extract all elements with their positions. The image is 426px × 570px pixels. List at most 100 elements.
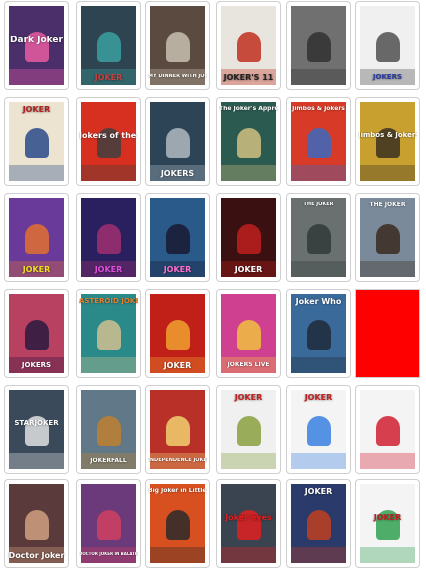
card-joker-red-figure[interactable]: JOKER [216,193,281,282]
card-title: JOKERS [160,170,195,178]
card-jokers-galaxy[interactable]: JOKERS [4,289,69,378]
card-figure [237,32,261,62]
card-figure [307,510,331,540]
card-jokers-live[interactable]: JOKERS LIVE [216,289,281,378]
card-figure [25,224,49,254]
card-jokers-of-corn[interactable]: Jokers of the Corn [76,97,141,186]
card-ground [221,165,276,181]
card-ground [150,547,205,563]
card-joker-shazam[interactable] [355,385,420,474]
card-joker-gloom[interactable]: JOKER [76,1,141,90]
card-doctor-joker-balatro[interactable]: DOCTOR JOKER IN BALATRO [76,479,141,568]
card-title: JOKER [94,74,123,82]
card-joker-smurf[interactable]: JOKER [286,385,351,474]
card-joker-mirror[interactable]: JOKER [4,97,69,186]
card-jimbos-jokers-gold[interactable]: Jimbos & Jokers [355,97,420,186]
card-figure [307,224,331,254]
card-grey-band[interactable] [286,1,351,90]
card-doctor-joker[interactable]: Doctor Joker [4,479,69,568]
card-ground [9,165,64,181]
card-ground [360,453,415,469]
card-figure [307,320,331,350]
card-ground [360,547,415,563]
card-title: Jimbos & Jokers [292,106,345,112]
card-figure [307,416,331,446]
card-artwork [360,198,415,277]
card-joker-eyes[interactable]: Joker eyes [216,479,281,568]
card-joker-jabba[interactable]: JOKER [216,385,281,474]
card-jokers-band[interactable]: JOKERS [355,1,420,90]
card-artwork [9,6,64,85]
card-joker-who[interactable]: Joker Who [286,289,351,378]
card-joker-town[interactable]: JOKER [4,193,69,282]
card-the-joker-noir[interactable]: THE JOKER [286,193,351,282]
card-figure [97,32,121,62]
card-dark-joker[interactable]: Dark Joker [4,1,69,90]
card-ground [221,547,276,563]
card-ground [81,357,136,373]
card-artwork [150,484,205,563]
card-artwork [360,484,415,563]
card-title: STARJOKER [14,420,59,427]
card-artwork [360,390,415,469]
card-ground [9,453,64,469]
card-ground [360,261,415,277]
card-joker-clown[interactable]: JOKER [355,479,420,568]
card-title: JOKER [234,266,263,274]
card-jokers-apprentice[interactable]: The Joker's Apprentice [216,97,281,186]
card-title: DOCTOR JOKER IN BALATRO [79,552,138,556]
card-jokerfall[interactable]: JOKERFALL [76,385,141,474]
card-title: Joker eyes [225,514,272,522]
card-joker-vortex[interactable]: JOKER [145,289,210,378]
card-artwork [221,484,276,563]
card-title: JOKER [22,266,51,274]
card-joker-drive[interactable]: JOKER [145,193,210,282]
card-figure [166,416,190,446]
card-title: JOKER [94,266,123,274]
card-figure [97,224,121,254]
card-artwork [291,6,346,85]
card-big-joker-little-china[interactable]: Big Joker in Little China [145,479,210,568]
card-title: THE JOKER [303,202,334,207]
card-title: The Joker's Apprentice [219,106,278,112]
card-figure [237,320,261,350]
card-figure [237,128,261,158]
card-title: JOKER [373,514,402,522]
card-title: JOKER [22,106,51,114]
card-figure [25,128,49,158]
card-independence-joker[interactable]: INDEPENDENCE JOKER [145,385,210,474]
card-figure [97,510,121,540]
card-title: Dark Joker [10,36,63,45]
card-the-joker-family[interactable]: THE JOKER [355,193,420,282]
card-joker-neon-purple[interactable]: JOKER [76,193,141,282]
card-figure [166,510,190,540]
card-artwork [9,390,64,469]
card-my-dinner[interactable]: MY DINNER WITH JOKER [145,1,210,90]
card-artwork [291,102,346,181]
card-jokers-jaws[interactable]: JOKERS [145,97,210,186]
card-asteroid-joker[interactable]: ASTEROID JOKER [76,289,141,378]
card-ground [291,453,346,469]
card-ground [81,165,136,181]
card-ground [360,165,415,181]
card-placeholder-red[interactable] [355,289,420,378]
card-title: Jimbos & Jokers [358,132,417,139]
card-starjoker[interactable]: STARJOKER [4,385,69,474]
card-joker-night[interactable]: JOKER [286,479,351,568]
card-figure [307,32,331,62]
card-title: JOKERS [372,74,403,81]
card-artwork [291,198,346,277]
card-title: JOKERFALL [90,458,127,464]
card-artwork [221,102,276,181]
card-title: JOKER [163,266,192,274]
card-title: ASTEROID JOKER [79,298,138,305]
card-title: JOKER [234,394,263,402]
card-jokers-11[interactable]: JOKER'S 11 [216,1,281,90]
card-jimbos-jokers-red[interactable]: Jimbos & Jokers [286,97,351,186]
card-figure [25,510,49,540]
card-title: INDEPENDENCE JOKER [148,458,207,463]
card-ground [291,357,346,373]
card-title: Jokers of the Corn [79,132,138,140]
card-title: THE JOKER [369,202,406,208]
card-ground [291,165,346,181]
